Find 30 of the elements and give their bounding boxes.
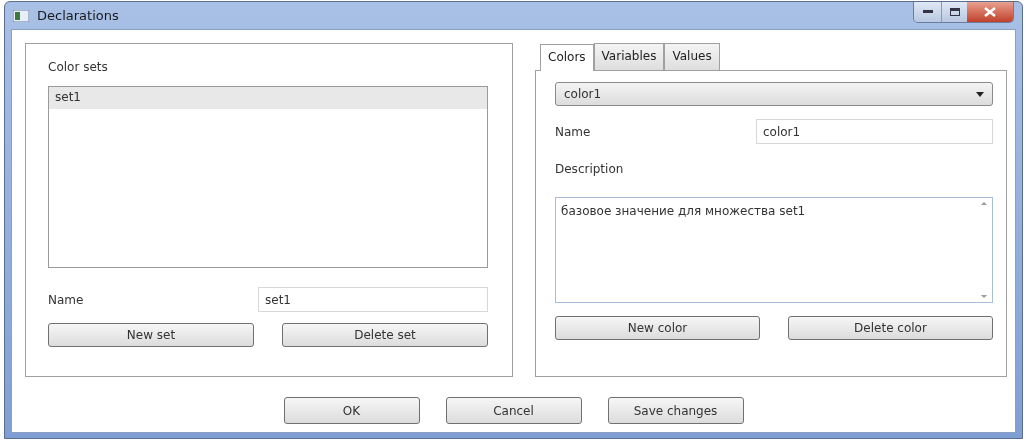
window-title: Declarations [37, 6, 119, 25]
field-label: Name [555, 123, 592, 141]
tab[interactable]: Colors [540, 44, 594, 71]
button[interactable]: Delete set [282, 323, 488, 347]
scroll-down-icon [981, 295, 987, 298]
button[interactable]: Save changes [607, 397, 744, 424]
scroll-up-icon [981, 202, 987, 205]
list-item[interactable]: set1 [49, 87, 487, 109]
app-icon [13, 9, 29, 22]
close-button[interactable] [967, 2, 1013, 22]
minimize-button[interactable] [914, 2, 941, 22]
name-field[interactable]: set1 [258, 287, 488, 312]
field-label: Description [555, 161, 624, 178]
panel-title: Color sets [48, 59, 108, 76]
field-label: Name [48, 291, 85, 309]
tab[interactable]: Variables [593, 43, 665, 70]
dropdown-caret-icon [976, 91, 984, 97]
maximize-button[interactable] [941, 2, 967, 22]
maximize-icon [949, 8, 960, 16]
button[interactable]: OK [283, 397, 420, 424]
close-icon [984, 7, 996, 17]
button[interactable]: Delete color [788, 316, 993, 340]
button[interactable]: Cancel [445, 397, 582, 424]
tab[interactable]: Values [664, 43, 720, 70]
button[interactable]: New set [48, 323, 254, 347]
color-dropdown[interactable]: color1 [555, 82, 993, 106]
name-field[interactable]: color1 [756, 119, 993, 144]
minimize-icon [922, 10, 933, 14]
description-field[interactable]: базовое значение для множества set1 [555, 197, 993, 303]
button[interactable]: New color [555, 316, 760, 340]
